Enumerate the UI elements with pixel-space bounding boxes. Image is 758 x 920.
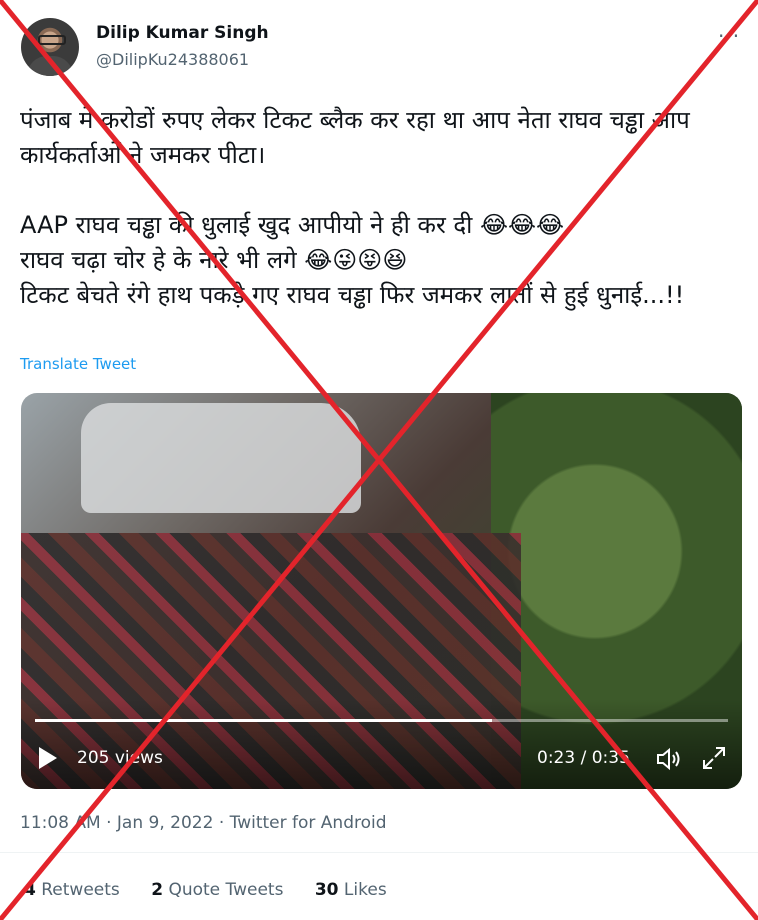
retweets-label: Retweets bbox=[41, 880, 120, 900]
quote-tweets-label: Quote Tweets bbox=[168, 880, 284, 900]
video-frame-cars bbox=[81, 403, 361, 513]
likes-stat[interactable]: 30 Likes bbox=[315, 880, 387, 900]
divider bbox=[0, 852, 758, 853]
video-progress-fill bbox=[35, 719, 493, 722]
quote-tweets-count: 2 bbox=[151, 880, 164, 900]
translate-tweet-link[interactable]: Translate Tweet bbox=[20, 355, 136, 373]
avatar-shirt bbox=[27, 56, 73, 76]
tweet-text: पंजाब मे करोडों रुपए लेकर टिकट ब्लैक कर … bbox=[20, 106, 690, 309]
author-name[interactable]: Dilip Kumar Singh bbox=[96, 23, 269, 43]
video-player[interactable]: 205 views 0:23 / 0:35 bbox=[21, 393, 742, 789]
retweets-count: 4 bbox=[24, 880, 36, 900]
likes-count: 30 bbox=[314, 880, 339, 900]
tweet-stats: 4 Retweets 2 Quote Tweets 30 Likes bbox=[24, 880, 413, 900]
volume-icon[interactable] bbox=[655, 747, 683, 771]
avatar-glasses bbox=[38, 35, 66, 45]
quote-tweets-stat[interactable]: 2 Quote Tweets bbox=[151, 880, 283, 900]
fullscreen-icon[interactable] bbox=[701, 745, 727, 771]
retweets-stat[interactable]: 4 Retweets bbox=[24, 880, 120, 900]
video-views: 205 views bbox=[77, 748, 163, 768]
tweet-date[interactable]: Jan 9, 2022 bbox=[117, 813, 214, 833]
more-icon[interactable]: ··· bbox=[718, 24, 740, 48]
author-handle[interactable]: @DilipKu24388061 bbox=[96, 50, 249, 69]
avatar[interactable] bbox=[21, 18, 79, 76]
video-time: 0:23 / 0:35 bbox=[537, 748, 630, 768]
meta-separator: · bbox=[213, 813, 230, 833]
video-progress-bar[interactable] bbox=[35, 719, 728, 722]
likes-label: Likes bbox=[343, 880, 387, 900]
tweet-meta: 11:08 AM · Jan 9, 2022 · Twitter for And… bbox=[20, 813, 387, 833]
tweet-source[interactable]: Twitter for Android bbox=[230, 813, 387, 833]
meta-separator: · bbox=[100, 813, 117, 833]
video-controls-shade bbox=[21, 699, 742, 789]
tweet-time[interactable]: 11:08 AM bbox=[20, 813, 101, 833]
play-icon[interactable] bbox=[39, 747, 57, 769]
